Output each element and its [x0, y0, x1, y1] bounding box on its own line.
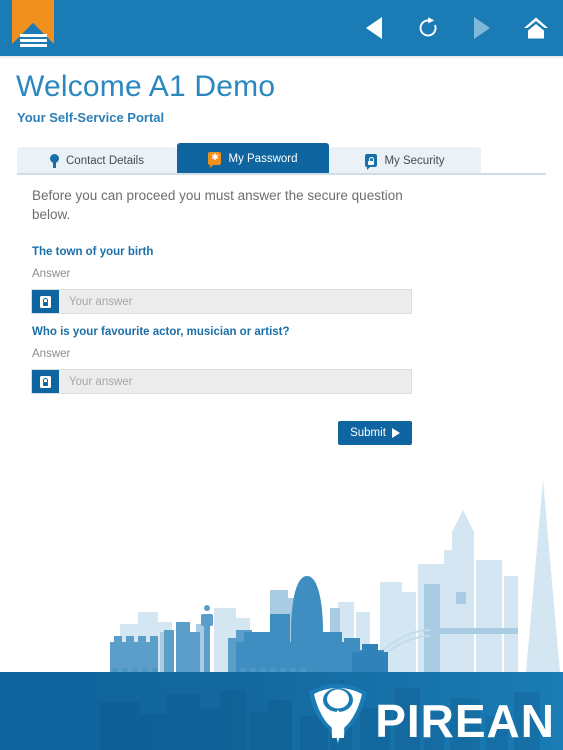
tab-bar-divider	[17, 173, 546, 175]
answer-input-2[interactable]	[59, 370, 411, 393]
padlock-icon	[32, 370, 59, 393]
password-asterisk-icon	[208, 150, 222, 168]
back-button[interactable]	[361, 15, 387, 41]
pirean-logo: PIREAN	[307, 682, 555, 746]
submit-button-label: Submit	[350, 427, 386, 439]
forward-arrow-icon	[474, 17, 490, 39]
answer-field-1[interactable]	[31, 289, 412, 314]
browser-nav-controls	[361, 0, 549, 56]
padlock-icon	[365, 154, 378, 170]
tab-my-security-label: My Security	[384, 154, 445, 167]
london-skyline-graphic	[110, 480, 560, 672]
footer: PIREAN	[0, 672, 563, 750]
tab-my-security[interactable]: My Security	[329, 147, 481, 174]
pirean-tulip-logo-icon	[309, 684, 368, 745]
home-icon	[524, 17, 548, 39]
location-pin-icon	[50, 153, 59, 168]
home-button[interactable]	[523, 15, 549, 41]
tab-my-password[interactable]: My Password	[177, 143, 329, 174]
refresh-button[interactable]	[415, 15, 441, 41]
answer-field-2[interactable]	[31, 369, 412, 394]
header-divider	[0, 56, 563, 58]
tab-my-password-label: My Password	[228, 152, 298, 165]
tab-contact-details-label: Contact Details	[66, 154, 144, 167]
answer-label-1: Answer	[32, 268, 71, 280]
app-logo[interactable]	[12, 0, 54, 58]
back-arrow-icon	[366, 17, 382, 39]
pirean-brand-text: PIREAN	[375, 695, 555, 747]
refresh-icon	[419, 17, 437, 37]
page-subtitle: Your Self-Service Portal	[17, 110, 165, 125]
tab-bar: Contact Details My Password My Security	[17, 143, 481, 174]
answer-label-2: Answer	[32, 348, 71, 360]
question-label-2: Who is your favourite actor, musician or…	[32, 326, 290, 338]
padlock-icon	[32, 290, 59, 313]
answer-input-1[interactable]	[59, 290, 411, 313]
instruction-text: Before you can proceed you must answer t…	[32, 188, 403, 222]
submit-button[interactable]: Submit	[338, 421, 412, 445]
question-label-1: The town of your birth	[32, 246, 154, 258]
play-arrow-icon	[391, 428, 400, 438]
page-title: Welcome A1 Demo	[16, 70, 276, 103]
app-header	[0, 0, 563, 56]
tab-contact-details[interactable]: Contact Details	[17, 147, 177, 174]
hamburger-menu-icon[interactable]	[20, 34, 47, 49]
forward-button[interactable]	[469, 15, 495, 41]
